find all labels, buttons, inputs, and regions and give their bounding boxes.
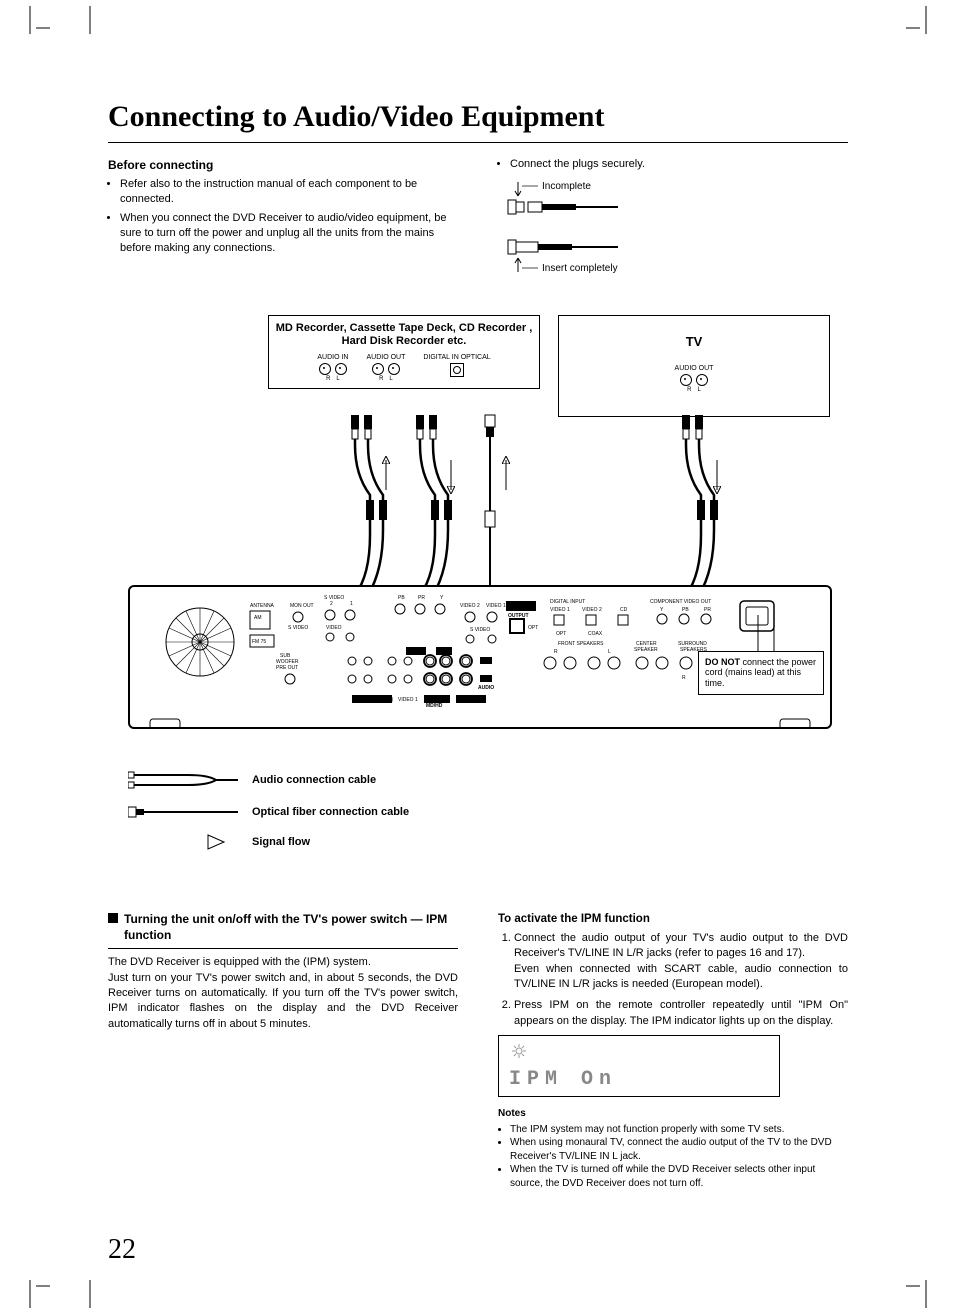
svg-text:PB: PB (398, 595, 405, 601)
before-list: Refer also to the instruction manual of … (108, 177, 458, 255)
svg-text:VIDEO 1: VIDEO 1 (398, 697, 418, 703)
page-title: Connecting to Audio/Video Equipment (108, 100, 848, 134)
ipm-indicator-icon (509, 1042, 539, 1060)
svg-text:R: R (682, 675, 686, 681)
svg-text:AUDIO: AUDIO (478, 685, 494, 691)
svg-text:COMPONENT VIDEO OUT: COMPONENT VIDEO OUT (650, 599, 711, 605)
title-rule (108, 142, 848, 143)
step-1: Connect the audio output of your TV's au… (514, 931, 848, 993)
svg-text:Y: Y (440, 595, 444, 601)
svg-text:L: L (484, 659, 487, 665)
display-box: IPM On (498, 1035, 780, 1096)
ipm-heading-text: Turning the unit on/off with the TV's po… (124, 911, 458, 945)
svg-text:TV/LINE: TV/LINE (458, 697, 478, 703)
svg-text:PB: PB (682, 607, 689, 613)
svg-text:IN: IN (439, 649, 444, 655)
plug-lead-item: Connect the plugs securely. (510, 157, 848, 172)
svg-text:VIDEO 2: VIDEO 2 (460, 603, 480, 609)
svg-text:SPEAKER: SPEAKER (634, 647, 658, 653)
svg-text:VIDEO (COMPO): VIDEO (COMPO) (354, 697, 394, 703)
notes-list: The IPM system may not function properly… (498, 1123, 848, 1191)
svg-text:FRONT SPEAKERS: FRONT SPEAKERS (558, 641, 604, 647)
legend-audio-label: Audio connection cable (252, 774, 376, 786)
svg-text:Y: Y (660, 607, 664, 613)
svg-text:Incomplete: Incomplete (542, 182, 591, 192)
plug-diagram: Incomplete Insert completely (498, 182, 698, 282)
legend: Audio connection cable Optical fiber con… (128, 769, 409, 861)
svg-text:S VIDEO: S VIDEO (288, 625, 308, 631)
svg-text:VIDEO 2: VIDEO 2 (582, 607, 602, 613)
note-item: When the TV is turned off while the DVD … (510, 1163, 848, 1190)
page-number: 22 (108, 1234, 136, 1266)
square-bullet-icon (108, 913, 118, 923)
step-2: Press IPM on the remote controller repea… (514, 998, 848, 1029)
warning-bold: DO NOT (705, 657, 740, 667)
before-heading: Before connecting (108, 157, 458, 173)
ipm-body: The DVD Receiver is equipped with the (I… (108, 955, 458, 1032)
svg-text:PR: PR (704, 607, 711, 613)
activate-steps: Connect the audio output of your TV's au… (498, 931, 848, 1029)
svg-text:VIDEO 1: VIDEO 1 (550, 607, 570, 613)
svg-text:R: R (554, 649, 558, 655)
svg-text:COAX: COAX (588, 631, 603, 637)
svg-text:R: R (484, 677, 488, 683)
svg-text:1: 1 (350, 601, 353, 607)
audio-cable-icon (128, 769, 238, 791)
plug-lead: Connect the plugs securely. (498, 157, 848, 172)
svg-text:2: 2 (330, 601, 333, 607)
legend-signal-label: Signal flow (252, 836, 310, 848)
svg-text:S VIDEO: S VIDEO (470, 627, 490, 633)
activate-heading: To activate the IPM function (498, 911, 848, 927)
svg-text:MD/HD: MD/HD (426, 703, 443, 709)
svg-text:Insert completely: Insert completely (542, 263, 618, 274)
svg-text:DIGITAL: DIGITAL (508, 604, 527, 610)
optical-cable-icon (128, 801, 238, 823)
svg-text:OPT: OPT (556, 631, 566, 637)
wiring-diagram: MD Recorder, Cassette Tape Deck, CD Reco… (108, 315, 848, 875)
svg-text:TAPE: TAPE (426, 696, 439, 702)
svg-text:OUT: OUT (408, 649, 419, 655)
svg-text:PR: PR (418, 595, 425, 601)
svg-text:VIDEO: VIDEO (326, 625, 342, 631)
note-item: When using monaural TV, connect the audi… (510, 1136, 848, 1163)
svg-text:FM 75: FM 75 (252, 639, 266, 645)
svg-text:L: L (608, 649, 611, 655)
svg-text:VIDEO 1: VIDEO 1 (486, 603, 506, 609)
svg-text:S VIDEO: S VIDEO (324, 595, 344, 601)
before-item: Refer also to the instruction manual of … (120, 177, 458, 207)
notes-heading: Notes (498, 1107, 848, 1121)
before-item: When you connect the DVD Receiver to aud… (120, 211, 458, 256)
power-cord-warning: DO NOT connect the power cord (mains lea… (698, 651, 824, 695)
svg-text:PRE OUT: PRE OUT (276, 665, 298, 671)
svg-text:MON OUT: MON OUT (290, 603, 314, 609)
svg-text:CD: CD (620, 607, 628, 613)
display-text: IPM On (509, 1066, 769, 1094)
ipm-heading: Turning the unit on/off with the TV's po… (108, 911, 458, 950)
svg-text:OPT: OPT (528, 625, 538, 631)
legend-optical-label: Optical fiber connection cable (252, 806, 409, 818)
note-item: The IPM system may not function properly… (510, 1123, 848, 1137)
signal-flow-icon (128, 833, 238, 851)
svg-text:AM: AM (254, 615, 262, 621)
svg-text:DIGITAL INPUT: DIGITAL INPUT (550, 599, 585, 605)
svg-text:ANTENNA: ANTENNA (250, 603, 275, 609)
